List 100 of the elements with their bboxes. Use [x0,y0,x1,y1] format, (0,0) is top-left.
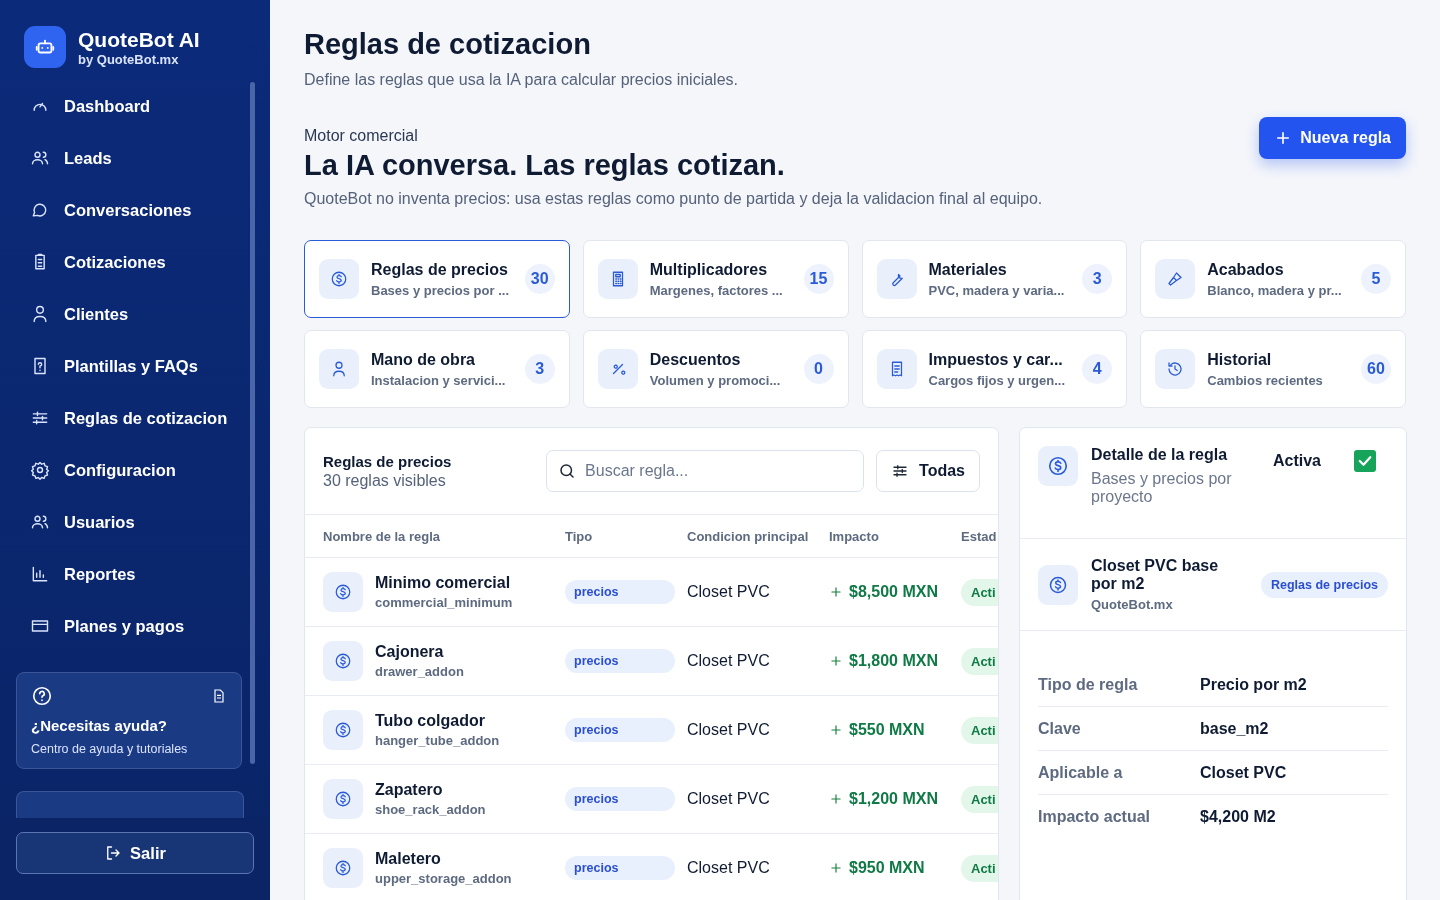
category-subtitle: Instalacion y servici... [371,372,507,388]
page-subtitle: Define las reglas que usa la IA para calcular precios iniciales. [304,71,739,89]
detail-title: Detalle de la regla [1091,446,1229,464]
count-badge: 3 [524,354,555,384]
status-tag: Acti [961,578,998,606]
category-card[interactable]: Historial Cambios recientes 60 [1140,330,1406,408]
field-value: base_m2 [1200,719,1269,738]
scrollbar-thumb[interactable] [250,82,255,764]
settings-icon [30,460,50,480]
rule-key: drawer_addon [375,664,464,679]
search-field[interactable]: Buscar regla... [546,450,865,492]
table-cell-text: Closet PVC [687,859,771,877]
count-badge: 60 [1361,354,1391,384]
nav-item[interactable]: Conversaciones [16,184,254,236]
count-badge: 30 [524,264,555,294]
user-icon [319,349,359,389]
detail-subtitle: Bases y precios por proyecto [1091,470,1233,506]
field-label: Clave [1038,719,1082,738]
new-rule-button[interactable]: Nueva regla [1259,117,1406,159]
table-cell-text: Closet PVC [687,721,771,739]
help-card[interactable]: ¿Necesitas ayuda? Centro de ayuda y tutoriales [16,672,242,769]
logout-button[interactable]: Salir [16,832,254,874]
user-icon [30,304,50,324]
category-card[interactable]: Acabados Blanco, madera y pr... 5 [1140,240,1406,318]
type-tag: precios [565,856,675,880]
category-card[interactable]: Multiplicadores Margenes, factores ... 15 [582,240,849,318]
count-badge: 3 [1082,264,1113,294]
rule-name: Tubo colgador [375,712,486,730]
robot-logo-icon [24,26,66,68]
table-title: Reglas de precios [323,452,453,470]
dollar-icon [319,259,359,299]
nav-item[interactable]: Configuracion [16,444,254,496]
category-title: Impuestos y car... [928,350,1064,369]
status-tag: Acti [961,854,998,882]
nav-item[interactable]: Reglas de cotizacion [16,392,254,444]
count-badge: 4 [1082,354,1113,384]
calculator-icon [597,259,638,299]
field-value: Precio por m2 [1200,675,1307,694]
users-icon [30,148,50,168]
dollar-icon [1038,564,1078,605]
category-tag: Reglas de precios [1261,571,1388,598]
nav-item[interactable]: Cotizaciones [16,236,254,288]
field-label: Impacto actual [1038,807,1152,826]
dollar-icon [323,572,363,612]
nav-item[interactable]: Dashboard [16,80,254,132]
plus-icon [829,861,843,875]
type-tag: precios [565,787,675,811]
type-tag: precios [565,718,675,742]
nav-item[interactable]: Reportes [16,548,254,600]
category-title: Acabados [1207,260,1285,279]
category-subtitle: Blanco, madera y pr... [1207,282,1343,298]
rule-key: shoe_rack_addon [375,802,486,817]
dollar-icon [323,779,363,819]
nav-item[interactable]: Plantillas y FAQs [16,340,254,392]
category-card[interactable]: Reglas de precios Bases y precios por ... 30 [304,240,570,318]
dollar-icon [323,848,363,888]
category-card[interactable]: Impuestos y car... Cargos fijos y urgen... 4 [861,330,1128,408]
brand-name: QuoteBot AI [78,27,200,52]
count-badge: 0 [803,354,834,384]
nav-item[interactable]: Planes y pagos [16,600,254,652]
plus-icon [829,585,843,599]
table-count: 30 reglas visibles [323,471,447,490]
category-card[interactable]: Descuentos Volumen y promoci... 0 [582,330,849,408]
table-cell-text: Closet PVC [687,652,771,670]
impact-amount: $1,200 MXN [849,790,938,808]
category-title: Materiales [928,260,1008,279]
impact-amount: $550 MXN [849,721,925,739]
rule-source: QuoteBot.mx [1091,597,1174,612]
rule-name: Minimo comercial [375,574,512,592]
nav-item[interactable]: Leads [16,132,254,184]
bar-chart-icon [30,564,50,584]
help-title: ¿Necesitas ayuda? [31,717,168,734]
rule-key: commercial_minimum [375,595,513,610]
category-card[interactable]: Materiales PVC, madera y varia... 3 [861,240,1128,318]
category-title: Mano de obra [371,350,476,369]
active-checkbox[interactable] [1354,450,1376,472]
nav-item[interactable]: Clientes [16,288,254,340]
percent-icon [597,349,638,389]
filter-button[interactable]: Todas [876,450,980,492]
rule-name: Zapatero [375,781,444,799]
field-value: $4,200 M2 [1200,807,1276,826]
sliders-icon [891,462,910,480]
dollar-icon [1038,446,1078,486]
nav-item[interactable]: Usuarios [16,496,254,548]
impact-amount: $1,800 MXN [849,652,938,670]
help-icon [31,685,53,707]
category-card[interactable]: Mano de obra Instalacion y servici... 3 [304,330,570,408]
column-header: Impacto [829,528,880,544]
logout-icon [104,844,123,862]
plus-icon [829,723,843,737]
hero-text: QuoteBot no inventa precios: usa estas reglas como punto de partida y deja la validacion final al equipo. [304,190,1043,208]
category-subtitle: Volumen y promoci... [649,372,782,388]
type-tag: precios [565,580,675,604]
count-badge: 5 [1361,264,1391,294]
users-icon [30,512,50,532]
page-title: Reglas de cotizacion [304,28,592,61]
column-header: Condicion principal [687,528,810,544]
plus-icon [829,792,843,806]
table-cell-text: Closet PVC [687,790,771,808]
rule-name: Cajonera [375,643,445,661]
